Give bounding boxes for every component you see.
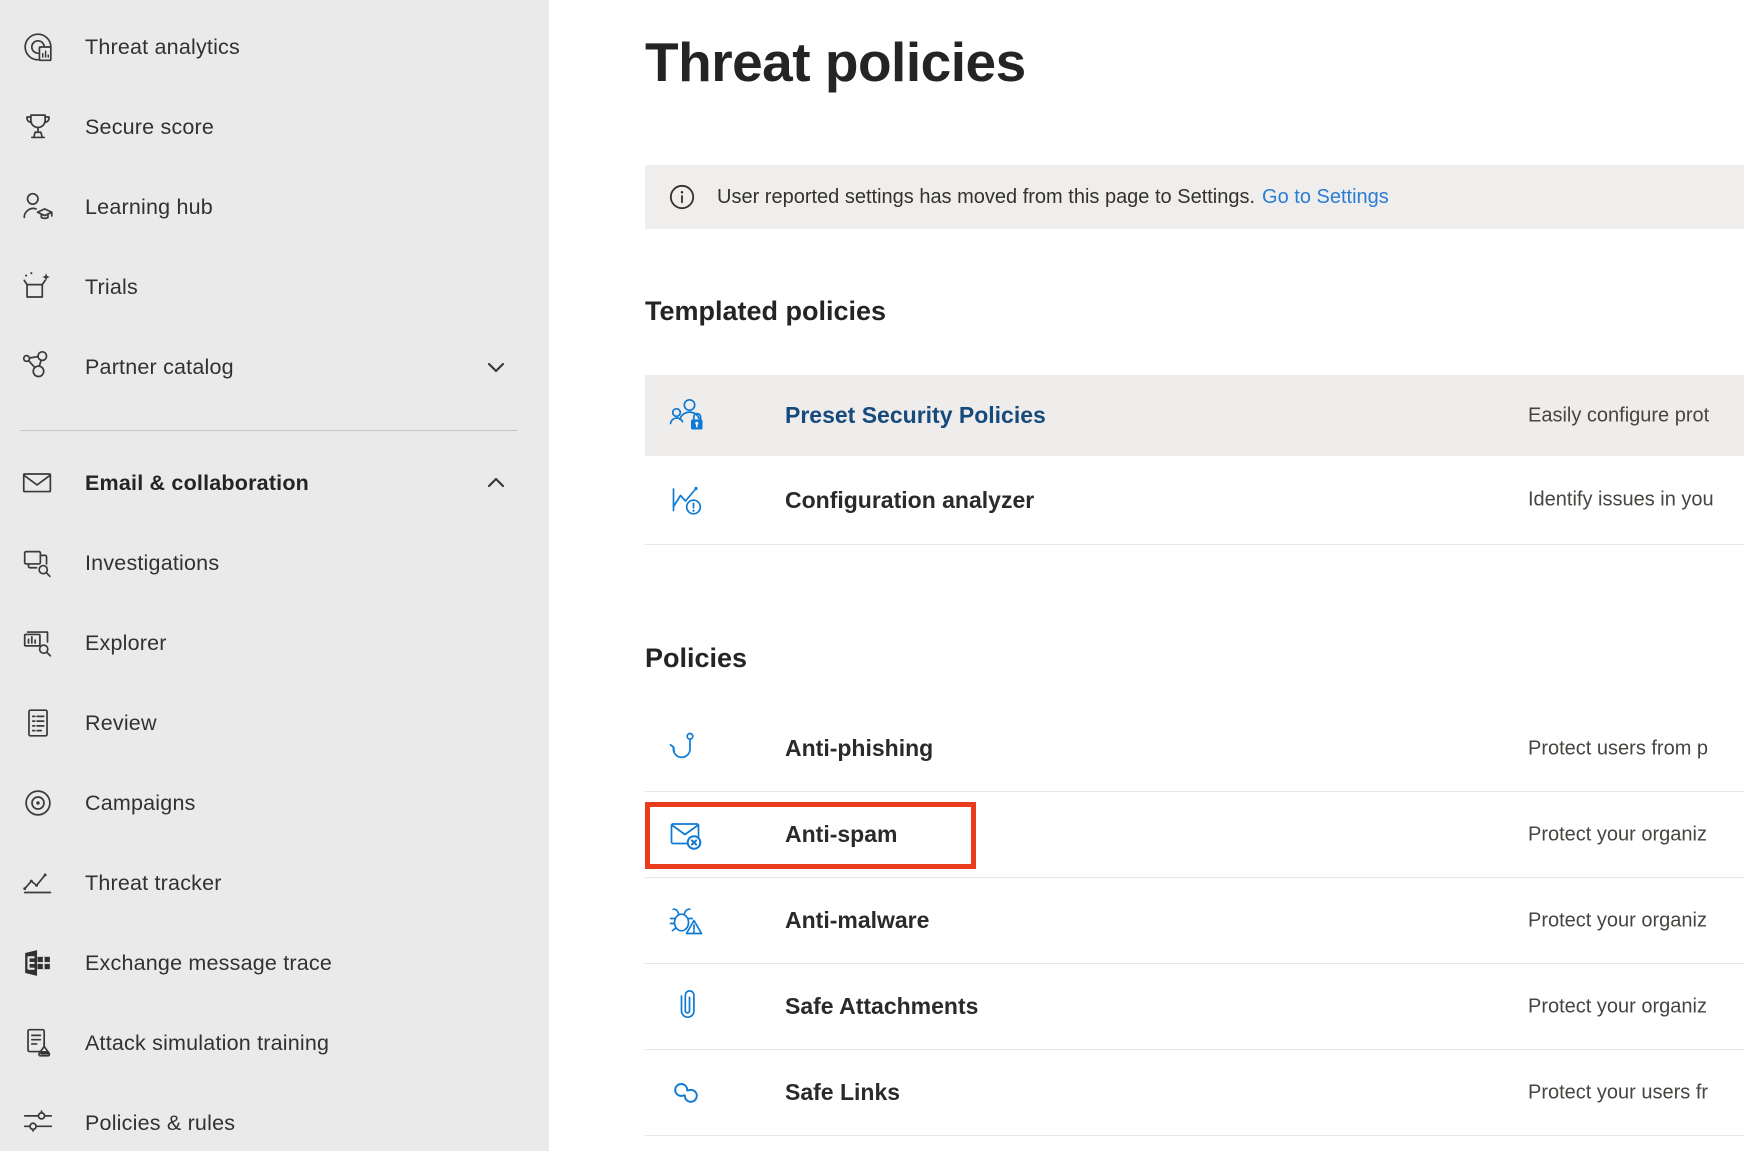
- sidebar-item-learning-hub[interactable]: Learning hub: [0, 167, 549, 247]
- sidebar-item-review[interactable]: Review: [0, 683, 549, 763]
- row-title: Safe Links: [785, 1079, 900, 1106]
- sidebar-item-exchange-message-trace[interactable]: Exchange message trace: [0, 923, 549, 1003]
- preset-security-policies-icon: [668, 396, 708, 436]
- banner-text: User reported settings has moved from th…: [717, 186, 1255, 209]
- sidebar-item-investigations[interactable]: Investigations: [0, 523, 549, 603]
- sidebar-item-label: Policies & rules: [85, 1111, 235, 1136]
- sidebar-item-label: Explorer: [85, 631, 167, 656]
- row-title: Anti-phishing: [785, 735, 933, 762]
- sidebar-item-label: Threat tracker: [85, 871, 222, 896]
- row-title: Safe Attachments: [785, 993, 978, 1020]
- sidebar-item-label: Threat analytics: [85, 35, 240, 60]
- sidebar-item-threat-tracker[interactable]: Threat tracker: [0, 843, 549, 923]
- safe-attachments-icon: [668, 987, 708, 1027]
- sidebar-item-secure-score[interactable]: Secure score: [0, 87, 549, 167]
- configuration-analyzer-icon: [668, 480, 708, 520]
- sidebar-item-label: Trials: [85, 275, 138, 300]
- go-to-settings-link[interactable]: Go to Settings: [1262, 186, 1389, 209]
- policies-list: Anti-phishing Protect users from p Anti-…: [645, 706, 1744, 1136]
- sidebar-item-label: Attack simulation training: [85, 1031, 329, 1056]
- info-icon: [668, 183, 696, 211]
- sidebar-item-label: Partner catalog: [85, 355, 234, 380]
- anti-malware-icon: [668, 901, 708, 941]
- row-description: Easily configure prot: [1528, 404, 1709, 427]
- threat-analytics-icon: [18, 27, 58, 67]
- sidebar-item-label: Review: [85, 711, 157, 736]
- row-anti-malware[interactable]: Anti-malware Protect your organiz: [645, 878, 1744, 964]
- exchange-icon: [18, 943, 58, 983]
- row-description: Identify issues in you: [1528, 489, 1714, 512]
- campaigns-icon: [18, 783, 58, 823]
- attack-simulation-icon: [18, 1023, 58, 1063]
- chevron-down-icon[interactable]: [483, 354, 509, 380]
- row-anti-spam[interactable]: Anti-spam Protect your organiz: [645, 792, 1744, 878]
- sidebar-item-label: Secure score: [85, 115, 214, 140]
- threat-tracker-icon: [18, 863, 58, 903]
- row-description: Protect your users fr: [1528, 1081, 1708, 1104]
- sidebar-item-label: Investigations: [85, 551, 219, 576]
- policies-rules-icon: [18, 1103, 58, 1143]
- info-banner: User reported settings has moved from th…: [645, 165, 1744, 229]
- row-description: Protect users from p: [1528, 737, 1708, 760]
- templated-policies-list: Preset Security Policies Easily configur…: [645, 375, 1744, 545]
- sidebar-item-attack-simulation-training[interactable]: Attack simulation training: [0, 1003, 549, 1083]
- row-title: Configuration analyzer: [785, 487, 1034, 514]
- row-title: Anti-malware: [785, 907, 929, 934]
- sidebar-divider: [20, 430, 517, 431]
- email-collaboration-icon: [18, 463, 58, 503]
- sidebar-item-email-collaboration[interactable]: Email & collaboration: [0, 443, 549, 523]
- sidebar-item-label: Learning hub: [85, 195, 213, 220]
- anti-phishing-icon: [668, 729, 708, 769]
- main-content: Threat policies User reported settings h…: [549, 0, 1744, 1151]
- review-icon: [18, 703, 58, 743]
- row-configuration-analyzer[interactable]: Configuration analyzer Identify issues i…: [645, 456, 1744, 545]
- learning-hub-icon: [18, 187, 58, 227]
- templated-policies-heading: Templated policies: [645, 296, 886, 327]
- secure-score-icon: [18, 107, 58, 147]
- sidebar-item-label: Email & collaboration: [85, 471, 309, 496]
- sidebar: Threat analytics Secure score: [0, 0, 549, 1151]
- sidebar-item-label: Exchange message trace: [85, 951, 332, 976]
- safe-links-icon: [668, 1073, 708, 1113]
- chevron-up-icon[interactable]: [483, 470, 509, 496]
- anti-spam-icon: [668, 815, 708, 855]
- row-safe-links[interactable]: Safe Links Protect your users fr: [645, 1050, 1744, 1136]
- row-description: Protect your organiz: [1528, 909, 1707, 932]
- trials-icon: [18, 267, 58, 307]
- row-description: Protect your organiz: [1528, 995, 1707, 1018]
- row-title: Anti-spam: [785, 821, 897, 848]
- sidebar-item-trials[interactable]: Trials: [0, 247, 549, 327]
- row-preset-security-policies[interactable]: Preset Security Policies Easily configur…: [645, 375, 1744, 456]
- row-description: Protect your organiz: [1528, 823, 1707, 846]
- page-title: Threat policies: [645, 30, 1026, 94]
- explorer-icon: [18, 623, 58, 663]
- sidebar-item-campaigns[interactable]: Campaigns: [0, 763, 549, 843]
- investigations-icon: [18, 543, 58, 583]
- policies-heading: Policies: [645, 643, 747, 674]
- sidebar-item-policies-rules[interactable]: Policies & rules: [0, 1083, 549, 1151]
- sidebar-item-threat-analytics[interactable]: Threat analytics: [0, 7, 549, 87]
- sidebar-item-partner-catalog[interactable]: Partner catalog: [0, 327, 549, 407]
- row-anti-phishing[interactable]: Anti-phishing Protect users from p: [645, 706, 1744, 792]
- partner-catalog-icon: [18, 347, 58, 387]
- row-safe-attachments[interactable]: Safe Attachments Protect your organiz: [645, 964, 1744, 1050]
- sidebar-item-label: Campaigns: [85, 791, 196, 816]
- threat-policies-page: Threat analytics Secure score: [0, 0, 1744, 1151]
- row-title: Preset Security Policies: [785, 402, 1046, 429]
- sidebar-item-explorer[interactable]: Explorer: [0, 603, 549, 683]
